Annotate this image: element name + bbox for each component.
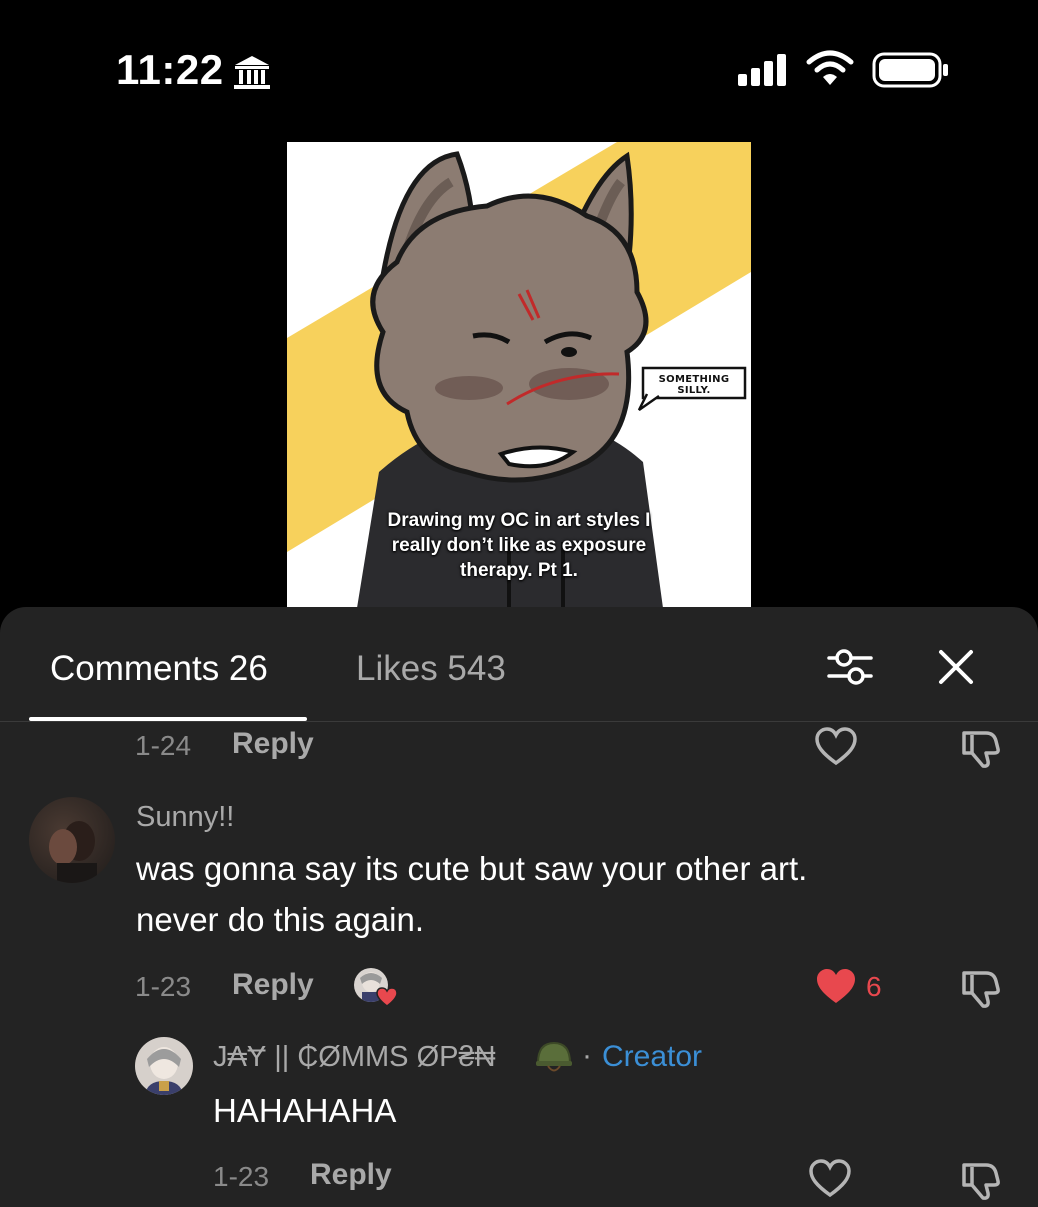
comments-sheet: Comments 26 Likes 543 1-24 Reply Sunny!!… xyxy=(0,607,1038,1207)
creator-badge: Creator xyxy=(602,1040,703,1073)
like-count: 6 xyxy=(866,971,882,1002)
status-time: 11:22 xyxy=(116,46,224,93)
dislike-icon[interactable] xyxy=(958,1157,1002,1201)
creator-liked-heart-icon xyxy=(376,987,398,1007)
like-heart-icon[interactable] xyxy=(808,1159,852,1199)
reply-username[interactable]: J₳Ɏ || ₵ØMMS ØP₴₦ xyxy=(213,1041,496,1074)
tab-comments[interactable]: Comments 26 xyxy=(50,649,268,689)
wifi-icon xyxy=(806,50,854,85)
tab-divider xyxy=(0,721,1038,722)
cellular-signal-icon xyxy=(738,54,786,86)
like-heart-icon[interactable] xyxy=(814,727,858,767)
tab-likes[interactable]: Likes 543 xyxy=(356,649,506,689)
status-bar: 11:22 xyxy=(0,0,1038,130)
reply-date: 1-23 xyxy=(213,1161,270,1192)
avatar-image xyxy=(145,1047,183,1095)
liked-heart-icon[interactable] xyxy=(814,967,858,1007)
close-icon[interactable] xyxy=(936,647,976,687)
video-caption: Drawing my OC in art styles I really don… xyxy=(387,510,651,581)
avatar-image xyxy=(49,821,97,883)
filter-icon[interactable] xyxy=(826,645,874,689)
video-player[interactable]: SOMETHING SILLY. Drawing my OC in art st… xyxy=(287,142,751,608)
speech-bubble-text: SOMETHING SILLY. xyxy=(658,374,730,396)
comment-date: 1-24 xyxy=(135,730,192,761)
avatar[interactable] xyxy=(135,1037,193,1095)
military-helmet-icon xyxy=(536,1041,572,1072)
comment-text: was gonna say its cute but saw your othe… xyxy=(136,850,808,938)
avatar[interactable] xyxy=(29,797,115,883)
reply-button[interactable]: Reply xyxy=(310,1158,392,1192)
dislike-icon[interactable] xyxy=(958,725,1002,769)
reply-button[interactable]: Reply xyxy=(232,968,314,1002)
reply-text: HAHAHAHA xyxy=(213,1092,397,1129)
reply-button[interactable]: Reply xyxy=(232,727,314,761)
battery-icon xyxy=(872,52,948,88)
bank-icon xyxy=(234,56,270,89)
dislike-icon[interactable] xyxy=(958,965,1002,1009)
comment-date: 1-23 xyxy=(135,971,192,1002)
comment-username[interactable]: Sunny!! xyxy=(136,801,234,834)
separator-dot: · xyxy=(582,1039,592,1072)
